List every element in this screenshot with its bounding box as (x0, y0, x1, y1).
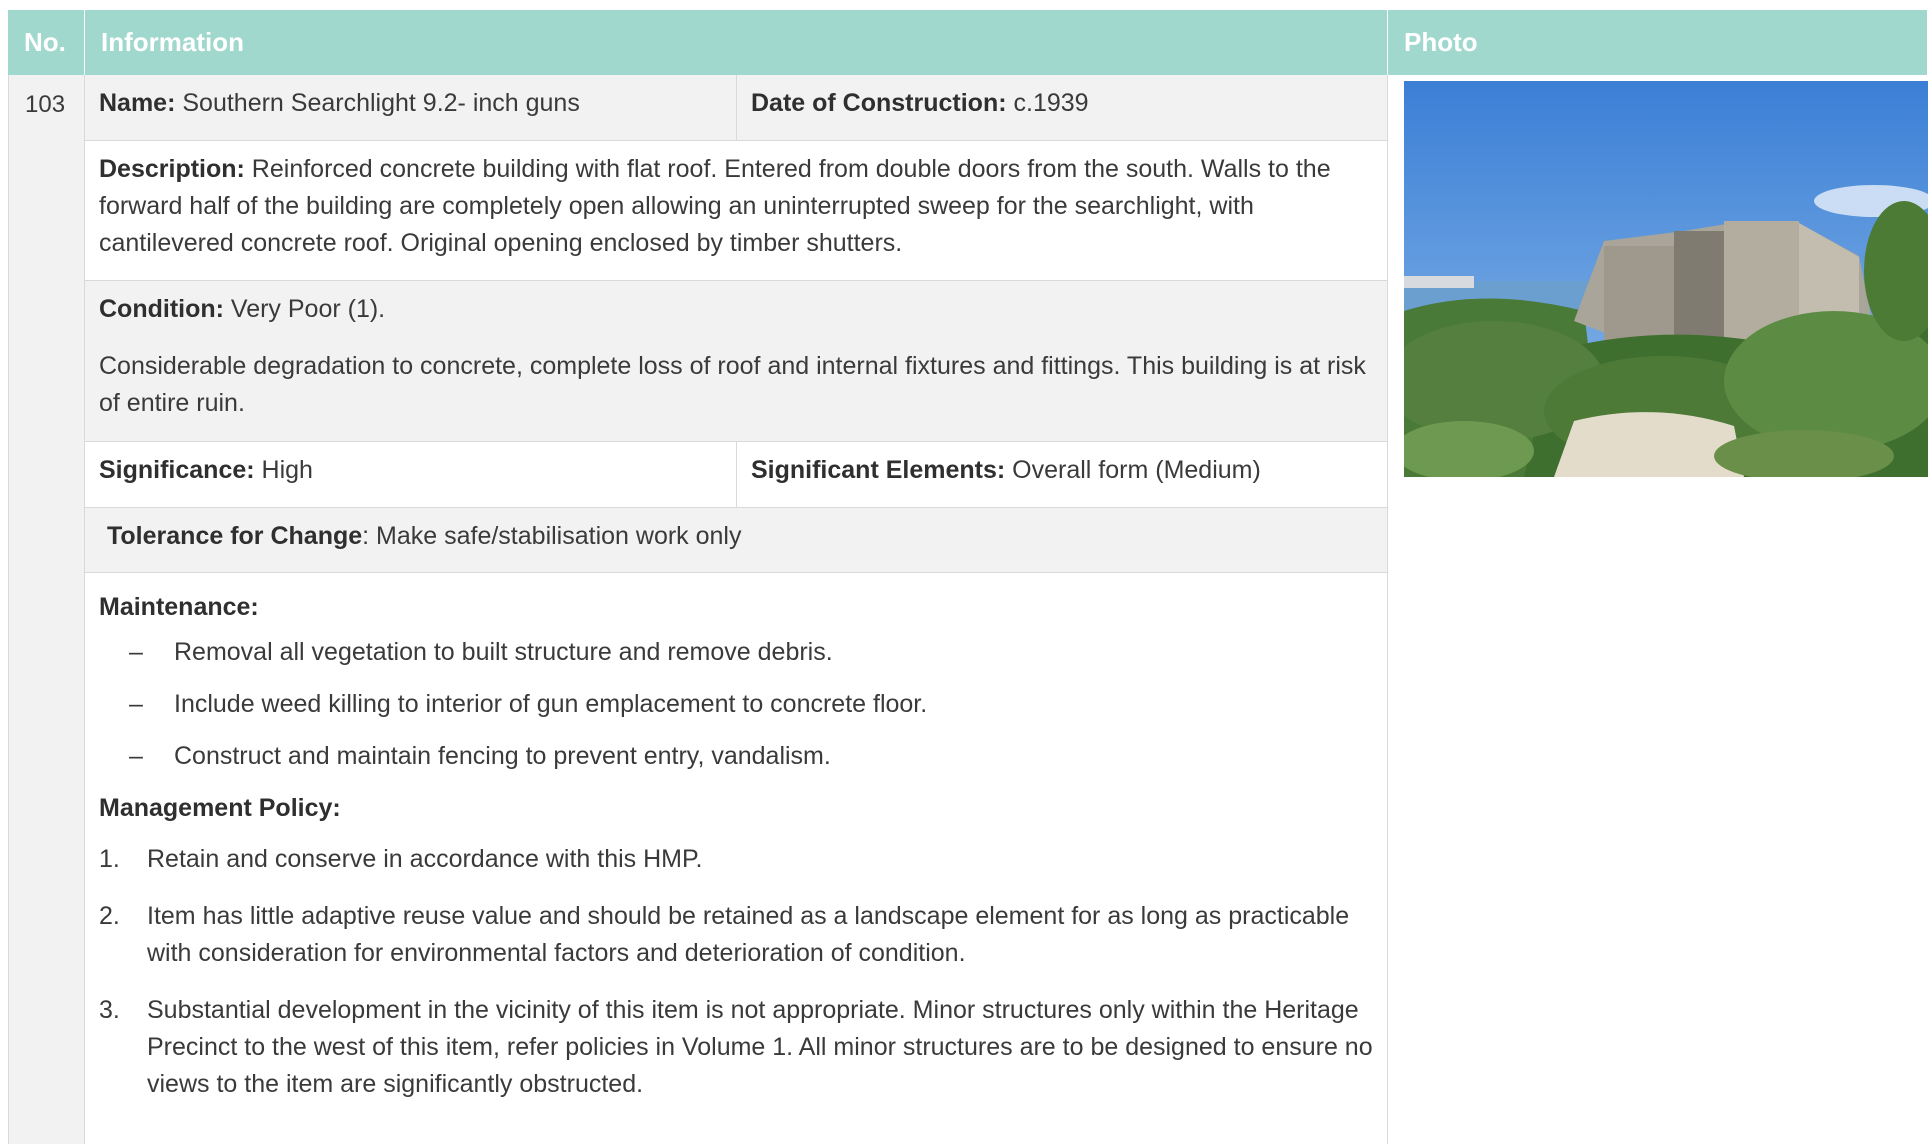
condition-line: Condition: Very Poor (1). (99, 291, 1373, 328)
searchlight-photo (1404, 81, 1928, 477)
header-photo: Photo (1388, 10, 1928, 75)
list-item-text: Construct and maintain fencing to preven… (174, 742, 831, 770)
significance-label: Significance: (99, 456, 255, 484)
policy-heading: Management Policy: (99, 790, 1373, 827)
maintenance-heading: Maintenance: (99, 589, 1373, 626)
significance-value: High (254, 456, 313, 484)
date-label: Date of Construction: (751, 89, 1007, 117)
significant-elements-label: Significant Elements: (751, 456, 1006, 484)
list-item: 2. Item has little adaptive reuse value a… (99, 898, 1373, 972)
maintenance-list: – Removal all vegetation to built structu… (99, 634, 1373, 775)
condition-detail: Considerable degradation to concrete, co… (99, 352, 1366, 417)
information-cell: Name: Southern Searchlight 9.2- inch gun… (85, 75, 1388, 1144)
list-marker: 2. (99, 902, 120, 930)
list-marker: – (129, 638, 143, 666)
name-label: Name: (99, 89, 176, 117)
date-field: Date of Construction: c.1939 (737, 75, 1388, 140)
list-marker: 1. (99, 845, 120, 873)
list-marker: – (129, 690, 143, 718)
description-label: Description: (99, 155, 245, 183)
name-date-row: Name: Southern Searchlight 9.2- inch gun… (85, 75, 1387, 141)
name-value: Southern Searchlight 9.2- inch guns (175, 89, 580, 117)
condition-label: Condition: (99, 295, 224, 323)
list-item-text: Removal all vegetation to built structur… (174, 638, 833, 666)
header-no: No. (8, 10, 85, 75)
maintenance-label: Maintenance: (99, 593, 259, 621)
tolerance-label: Tolerance for Change (107, 522, 363, 550)
list-item: – Include weed killing to interior of gun… (99, 686, 1373, 723)
item-number: 103 (25, 91, 66, 118)
list-item-text: Substantial development in the vicinity … (147, 996, 1373, 1098)
significance-row: Significance: High Significant Elements:… (85, 442, 1387, 508)
list-item: – Removal all vegetation to built structu… (99, 634, 1373, 671)
photo-cell (1388, 75, 1928, 1144)
heritage-inventory-page: No. Information Photo 103 Name: Southern… (0, 0, 1932, 1144)
list-item: 1. Retain and conserve in accordance with… (99, 841, 1373, 878)
description-value: Reinforced concrete building with flat r… (99, 155, 1331, 257)
maintenance-policy-row: Maintenance: – Removal all vegetation to … (85, 573, 1387, 1144)
item-number-cell: 103 (8, 75, 85, 1144)
tolerance-row: Tolerance for Change: Make safe/stabilis… (85, 508, 1387, 573)
list-item-text: Include weed killing to interior of gun … (174, 690, 928, 718)
list-marker: 3. (99, 996, 120, 1024)
inventory-table: No. Information Photo 103 Name: Southern… (8, 10, 1928, 1144)
list-item: – Construct and maintain fencing to preve… (99, 738, 1373, 775)
policy-list: 1. Retain and conserve in accordance with… (99, 841, 1373, 1103)
list-item-text: Item has little adaptive reuse value and… (147, 902, 1350, 967)
description-row: Description: Reinforced concrete buildin… (85, 141, 1387, 281)
significance-field: Significance: High (85, 442, 737, 507)
header-information: Information (85, 10, 1388, 75)
list-marker: – (129, 742, 143, 770)
significant-elements-field: Significant Elements: Overall form (Medi… (737, 442, 1388, 507)
list-item-text: Retain and conserve in accordance with t… (147, 845, 703, 873)
policy-label: Management Policy: (99, 794, 341, 822)
name-field: Name: Southern Searchlight 9.2- inch gun… (85, 75, 737, 140)
condition-row: Condition: Very Poor (1). Considerable d… (85, 281, 1387, 442)
date-value: c.1939 (1006, 89, 1089, 117)
significant-elements-value: Overall form (Medium) (1005, 456, 1261, 484)
tolerance-value: : Make safe/stabilisation work only (362, 522, 742, 550)
list-item: 3. Substantial development in the vicinit… (99, 992, 1373, 1103)
condition-value: Very Poor (1). (223, 295, 386, 323)
